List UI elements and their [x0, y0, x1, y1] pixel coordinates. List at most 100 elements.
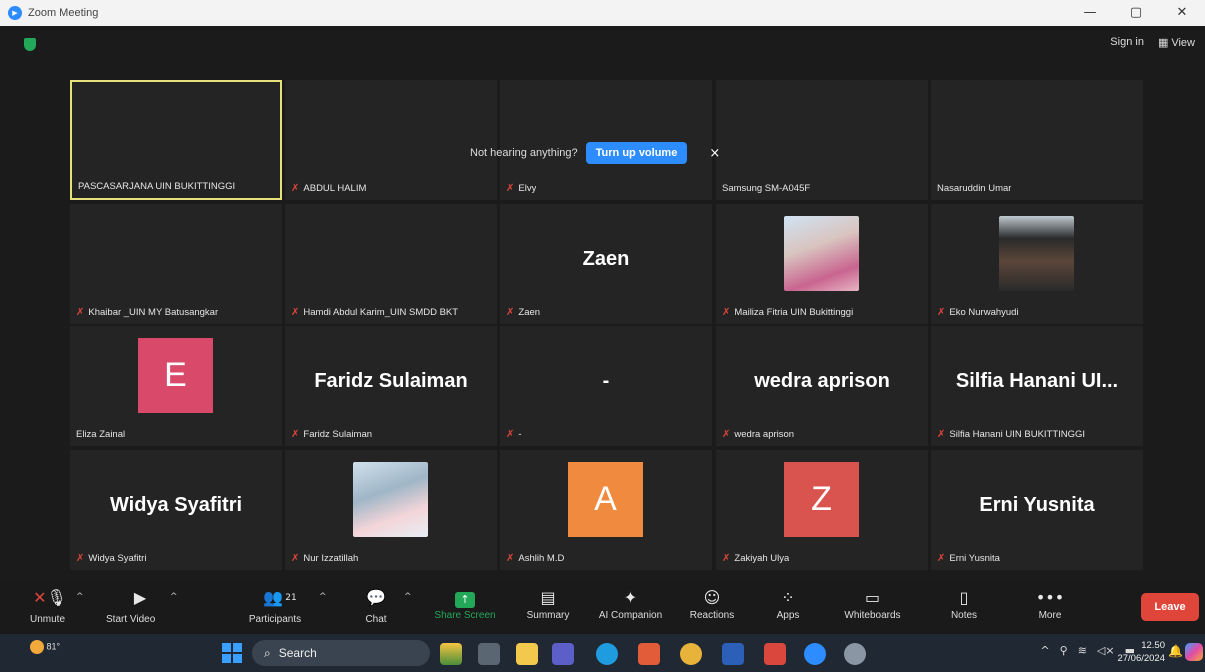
notes-button[interactable]: ▯ Notes	[924, 586, 1004, 621]
muted-microphone-icon: ✗	[937, 429, 946, 440]
participant-tile[interactable]: - ✗ -	[500, 326, 712, 446]
weather-widget[interactable]: 81°	[30, 640, 60, 654]
participant-name: Erni Yusnita	[949, 553, 1000, 564]
apps-button[interactable]: ⁘ Apps	[748, 586, 828, 621]
more-button[interactable]: ••• More	[1010, 586, 1090, 621]
close-window-button[interactable]: ✕	[1159, 0, 1205, 26]
muted-microphone-icon: ✗	[291, 307, 300, 318]
participant-name-label: ✗ Widya Syafitri	[76, 553, 146, 564]
profile-photo	[999, 216, 1074, 291]
participant-tile[interactable]: E Eliza Zainal	[70, 326, 282, 446]
close-icon[interactable]: ×	[709, 146, 720, 161]
clock-time: 12.50	[1141, 640, 1165, 651]
landscape-widget-icon[interactable]	[440, 643, 462, 665]
chrome-browser-icon[interactable]	[680, 643, 702, 665]
participant-name-label: ✗ Hamdi Abdul Karim_UIN SMDD BKT	[291, 307, 458, 318]
muted-microphone-icon: ✗	[291, 553, 300, 564]
file-explorer-icon[interactable]	[516, 643, 538, 665]
participant-tile[interactable]: ✗ Eko Nurwahyudi	[931, 204, 1143, 324]
muted-microphone-icon: ✗	[76, 307, 85, 318]
participant-tile[interactable]: ✗ ABDUL HALIM	[285, 80, 497, 200]
participant-tile[interactable]: ✗ Mailiza Fitria UIN Bukittinggi	[716, 204, 928, 324]
sign-in-link[interactable]: Sign in	[1110, 36, 1144, 49]
copilot-icon[interactable]	[1185, 643, 1203, 661]
participants-label: Participants	[248, 614, 302, 625]
participant-tile[interactable]: Erni Yusnita ✗ Erni Yusnita	[931, 450, 1143, 570]
muted-microphone-icon: ✗	[506, 553, 515, 564]
notes-label: Notes	[950, 610, 978, 621]
pdf-reader-icon[interactable]	[764, 643, 786, 665]
participants-button[interactable]: 👥 21 ^ Participants	[235, 586, 327, 625]
zoom-app-icon[interactable]	[804, 643, 826, 665]
participant-name: Faridz Sulaiman	[303, 429, 373, 440]
participant-tile[interactable]: wedra aprison ✗ wedra aprison	[716, 326, 928, 446]
participant-tile[interactable]: Silfia Hanani UI... ✗ Silfia Hanani UIN BU…	[931, 326, 1143, 446]
participant-name-label: ✗ Elvy	[506, 183, 536, 194]
summary-icon: ▤	[540, 588, 556, 607]
turn-up-volume-button[interactable]: Turn up volume	[585, 142, 688, 164]
settings-gear-icon[interactable]	[844, 643, 866, 665]
participant-tile[interactable]: ✗ Nur Izzatillah	[285, 450, 497, 570]
volume-icon[interactable]: ◁×	[1097, 644, 1115, 657]
participant-tile[interactable]: Z ✗ Zakiyah Ulya	[716, 450, 928, 570]
word-icon[interactable]	[722, 643, 744, 665]
whiteboards-button[interactable]: ▭ Whiteboards	[830, 586, 915, 621]
participant-tile[interactable]: Widya Syafitri ✗ Widya Syafitri	[70, 450, 282, 570]
taskbar-search[interactable]: ⌕ Search	[252, 640, 430, 666]
chevron-up-icon[interactable]: ^	[319, 592, 327, 602]
participant-name-label: Nasaruddin Umar	[937, 183, 1011, 194]
start-video-button[interactable]: ▶ ^ Start Video	[100, 586, 180, 625]
muted-microphone-icon: ✗	[291, 183, 300, 194]
task-view-icon[interactable]	[478, 643, 500, 665]
unmute-button[interactable]: ✕🎙 ^ Unmute	[10, 586, 90, 625]
system-clock[interactable]: 12.50 27/06/2024	[1117, 639, 1165, 665]
muted-microphone-icon: ✗	[937, 307, 946, 318]
encryption-shield-icon[interactable]	[24, 38, 36, 51]
participant-tile[interactable]: PASCASARJANA UIN BUKITTINGGI	[70, 80, 282, 200]
chevron-up-icon[interactable]: ^	[76, 592, 84, 602]
participant-name-label: ✗ Khaibar _UIN MY Batusangkar	[76, 307, 218, 318]
chat-button[interactable]: 💬 ^ Chat	[336, 586, 416, 625]
participant-tile[interactable]: A ✗ Ashlih M.D	[500, 450, 712, 570]
summary-button[interactable]: ▤ Summary	[508, 586, 588, 621]
participant-tile[interactable]: ✗ Elvy	[500, 80, 712, 200]
summary-label: Summary	[526, 610, 570, 621]
muted-microphone-icon: ✗	[722, 553, 731, 564]
share-screen-icon: ↑	[425, 586, 505, 610]
windows-start-icon[interactable]	[222, 643, 242, 663]
participant-tile[interactable]: ✗ Khaibar _UIN MY Batusangkar	[70, 204, 282, 324]
share-screen-button[interactable]: ↑ Share Screen	[425, 586, 505, 621]
chevron-up-icon[interactable]: ^	[170, 592, 178, 602]
chevron-up-icon[interactable]: ^	[1040, 644, 1049, 657]
participants-icon: 👥 21	[263, 588, 297, 607]
teams-icon[interactable]	[552, 643, 574, 665]
participant-tile[interactable]: ✗ Hamdi Abdul Karim_UIN SMDD BKT	[285, 204, 497, 324]
microsoft-store-icon[interactable]	[638, 643, 660, 665]
maximize-button[interactable]: ▢	[1113, 0, 1159, 26]
start-video-label: Start Video	[106, 614, 156, 625]
muted-microphone-icon: ✗	[722, 307, 731, 318]
ai-companion-button[interactable]: ✦ AI Companion	[588, 586, 673, 621]
edge-browser-icon[interactable]	[596, 643, 618, 665]
pin-icon[interactable]: ⚲	[1060, 644, 1068, 657]
participant-tile[interactable]: Zaen ✗ Zaen	[500, 204, 712, 324]
windows-taskbar: 81° ⌕ Search ^ ⚲ ≋ ◁× ▬ 12.50 27/06/2024…	[0, 634, 1205, 672]
muted-microphone-icon: ✗	[506, 183, 515, 194]
minimize-button[interactable]: —	[1067, 0, 1113, 26]
chevron-up-icon[interactable]: ^	[404, 592, 412, 602]
wifi-icon[interactable]: ≋	[1078, 644, 1087, 657]
participant-tile[interactable]: Nasaruddin Umar	[931, 80, 1143, 200]
participant-name-label: ✗ Faridz Sulaiman	[291, 429, 372, 440]
leave-button[interactable]: Leave	[1141, 593, 1199, 621]
view-button[interactable]: ▦ View	[1158, 36, 1195, 49]
muted-microphone-icon: ✗	[291, 429, 300, 440]
participant-tile[interactable]: Faridz Sulaiman ✗ Faridz Sulaiman	[285, 326, 497, 446]
participant-tile[interactable]: Samsung SM-A045F	[716, 80, 928, 200]
notification-bell-icon[interactable]: 🔔	[1168, 644, 1183, 658]
search-icon: ⌕	[264, 645, 271, 660]
share-screen-label: Share Screen	[434, 610, 496, 621]
participant-display-name: Faridz Sulaiman	[314, 370, 468, 392]
more-label: More	[1038, 610, 1062, 621]
participant-name: ABDUL HALIM	[303, 183, 367, 194]
reactions-button[interactable]: ☺ Reactions	[672, 586, 752, 621]
